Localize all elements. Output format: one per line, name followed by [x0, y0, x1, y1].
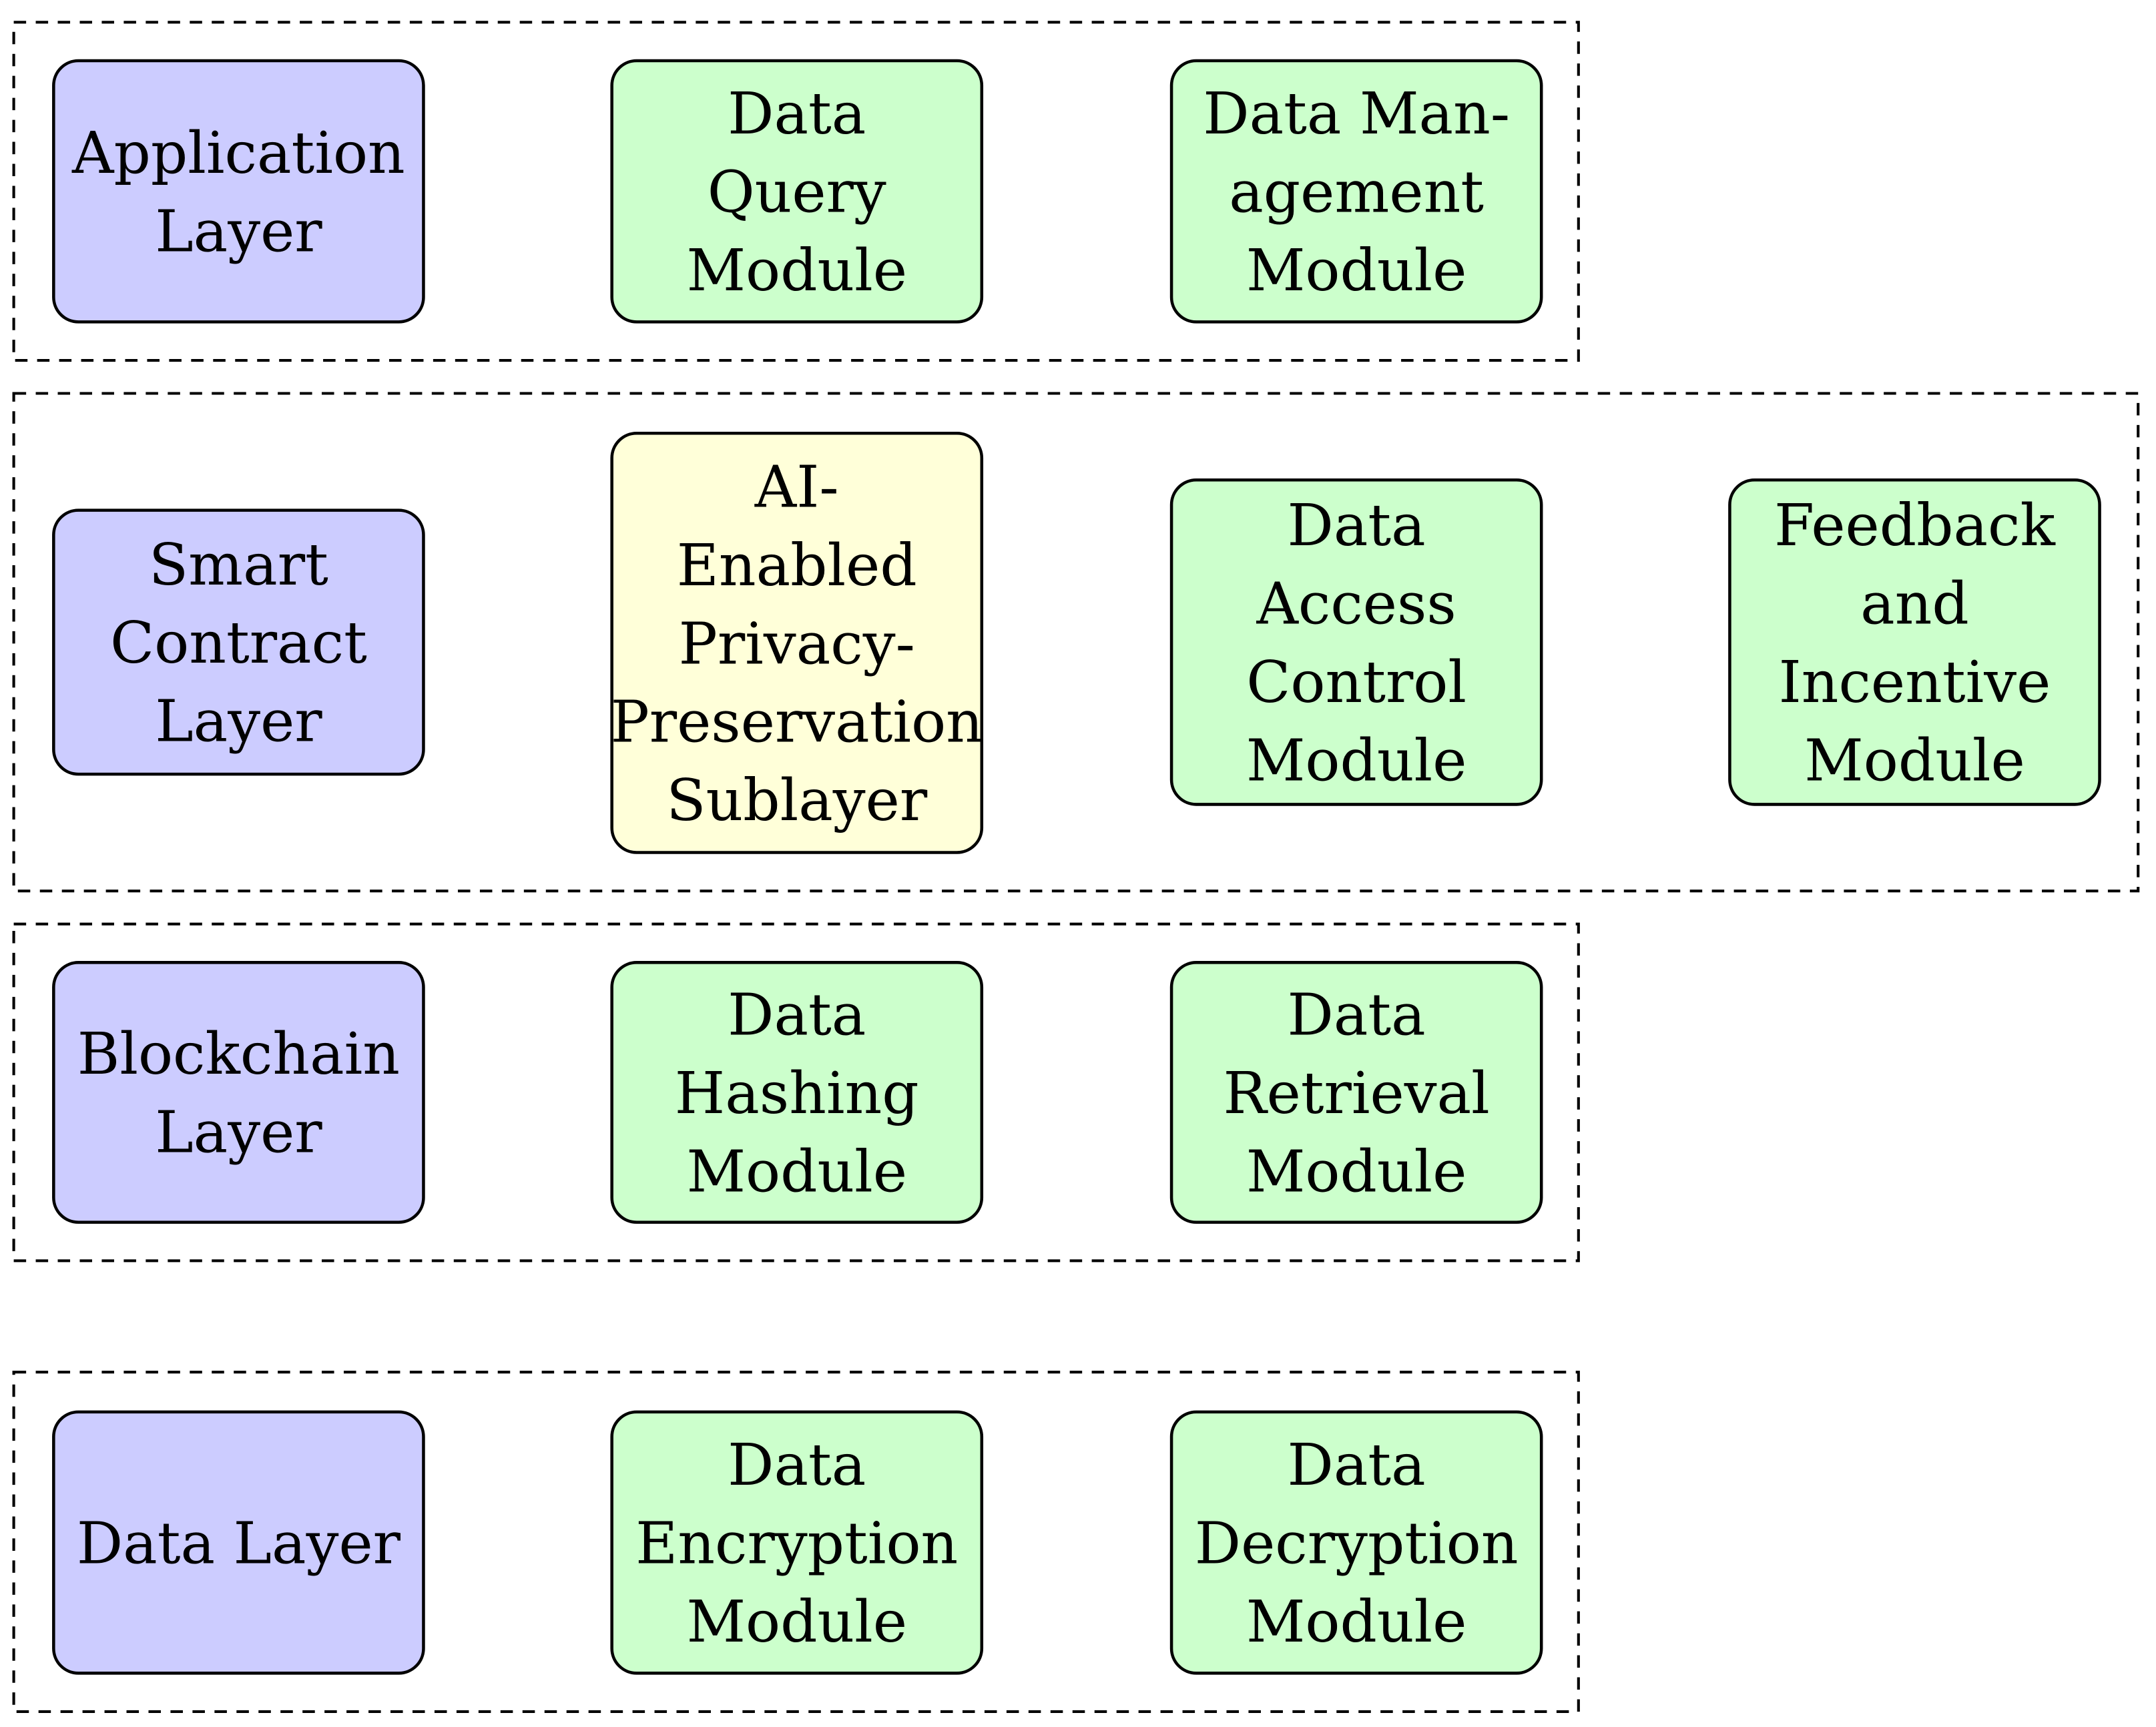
node-label-line: Module: [686, 1138, 907, 1205]
node-label-line: Module: [1246, 1138, 1467, 1205]
node-label-line: Decryption: [1195, 1511, 1519, 1578]
architecture-diagram: ApplicationLayerDataQueryModuleData Man-…: [12, 21, 2140, 1714]
node-label-line: Privacy-: [679, 611, 915, 677]
node-label-line: Module: [686, 238, 907, 304]
node-label-line: and: [1860, 571, 1969, 638]
layer-node: Blockchain Layer: [52, 961, 425, 1224]
layer-node: Smart Contract Layer: [52, 508, 425, 776]
node-label-line: Module: [1246, 727, 1467, 794]
sublayer-node: AI- Enabled Privacy- Preservation Sublayer: [610, 431, 984, 854]
data-layer-group: Data Layer Data Encryption Module Data Decryp…: [12, 1371, 1580, 1714]
blockchain-layer-group: Blockchain Layer Data Hashing Module Data Retr…: [12, 922, 1580, 1263]
node-label-line: Blockchain: [77, 1021, 400, 1088]
node-label-line: Data Layer: [77, 1511, 401, 1578]
node-label-line: Preservation: [611, 689, 983, 756]
node-label-line: Retrieval: [1223, 1060, 1489, 1127]
node-label-line: Application: [71, 120, 405, 187]
node-label-line: Data: [1288, 492, 1426, 559]
node-label-line: Module: [1804, 727, 2025, 794]
layer-node: Application Layer: [52, 59, 425, 324]
node-label-line: Control: [1246, 649, 1466, 716]
module-node: Data Access Control Module: [1169, 478, 1543, 806]
layer-node: Data Layer: [52, 1410, 425, 1675]
module-node: Data Hashing Module: [610, 961, 984, 1224]
node-label-line: Data: [1288, 982, 1426, 1048]
node-label-line: Sublayer: [666, 767, 928, 834]
application-layer-group: ApplicationLayerDataQueryModuleData Man-…: [12, 21, 1580, 362]
node-label-line: Incentive: [1779, 649, 2051, 716]
node-label-line: Encryption: [635, 1511, 958, 1578]
node-label-line: Data: [728, 1432, 866, 1499]
node-label-line: Data: [728, 982, 866, 1048]
node-label-line: Feedback: [1774, 492, 2055, 559]
node-label-line: Layer: [155, 1100, 322, 1166]
node-label-line: Access: [1256, 571, 1456, 638]
node-label-line: Layer: [155, 198, 322, 265]
node-label-line: Data: [728, 81, 866, 147]
node-label-line: Smart: [149, 532, 328, 599]
layer-box: [52, 961, 425, 1224]
node-label-line: Hashing: [675, 1060, 919, 1127]
node-label-line: AI-: [754, 454, 839, 521]
node-label-line: Layer: [155, 689, 322, 755]
node-label-line: Data Man-: [1203, 81, 1510, 147]
module-node: Data Man-agement Module: [1169, 59, 1543, 324]
module-node: Feedback and Incentive Module: [1728, 478, 2101, 806]
node-label-line: Contract: [110, 610, 367, 677]
node-label-line: agement: [1229, 159, 1484, 226]
module-node: Data Retrieval Module: [1169, 961, 1543, 1224]
node-label-line: Module: [1246, 238, 1467, 304]
module-node: Data Decryption Module: [1169, 1410, 1543, 1675]
module-node: Data Query Module: [610, 59, 984, 324]
layer-box: [52, 59, 425, 324]
node-label-line: Query: [708, 159, 886, 226]
node-label-line: Module: [1246, 1589, 1467, 1656]
module-node: Data Encryption Module: [610, 1410, 984, 1675]
smart-contract-layer-group: Smart Contract Layer AI- Enabled Privacy- Pres…: [12, 392, 2140, 893]
node-label-line: Module: [686, 1589, 907, 1656]
node-label-line: Data: [1288, 1432, 1426, 1499]
node-label-line: Enabled: [677, 533, 917, 599]
